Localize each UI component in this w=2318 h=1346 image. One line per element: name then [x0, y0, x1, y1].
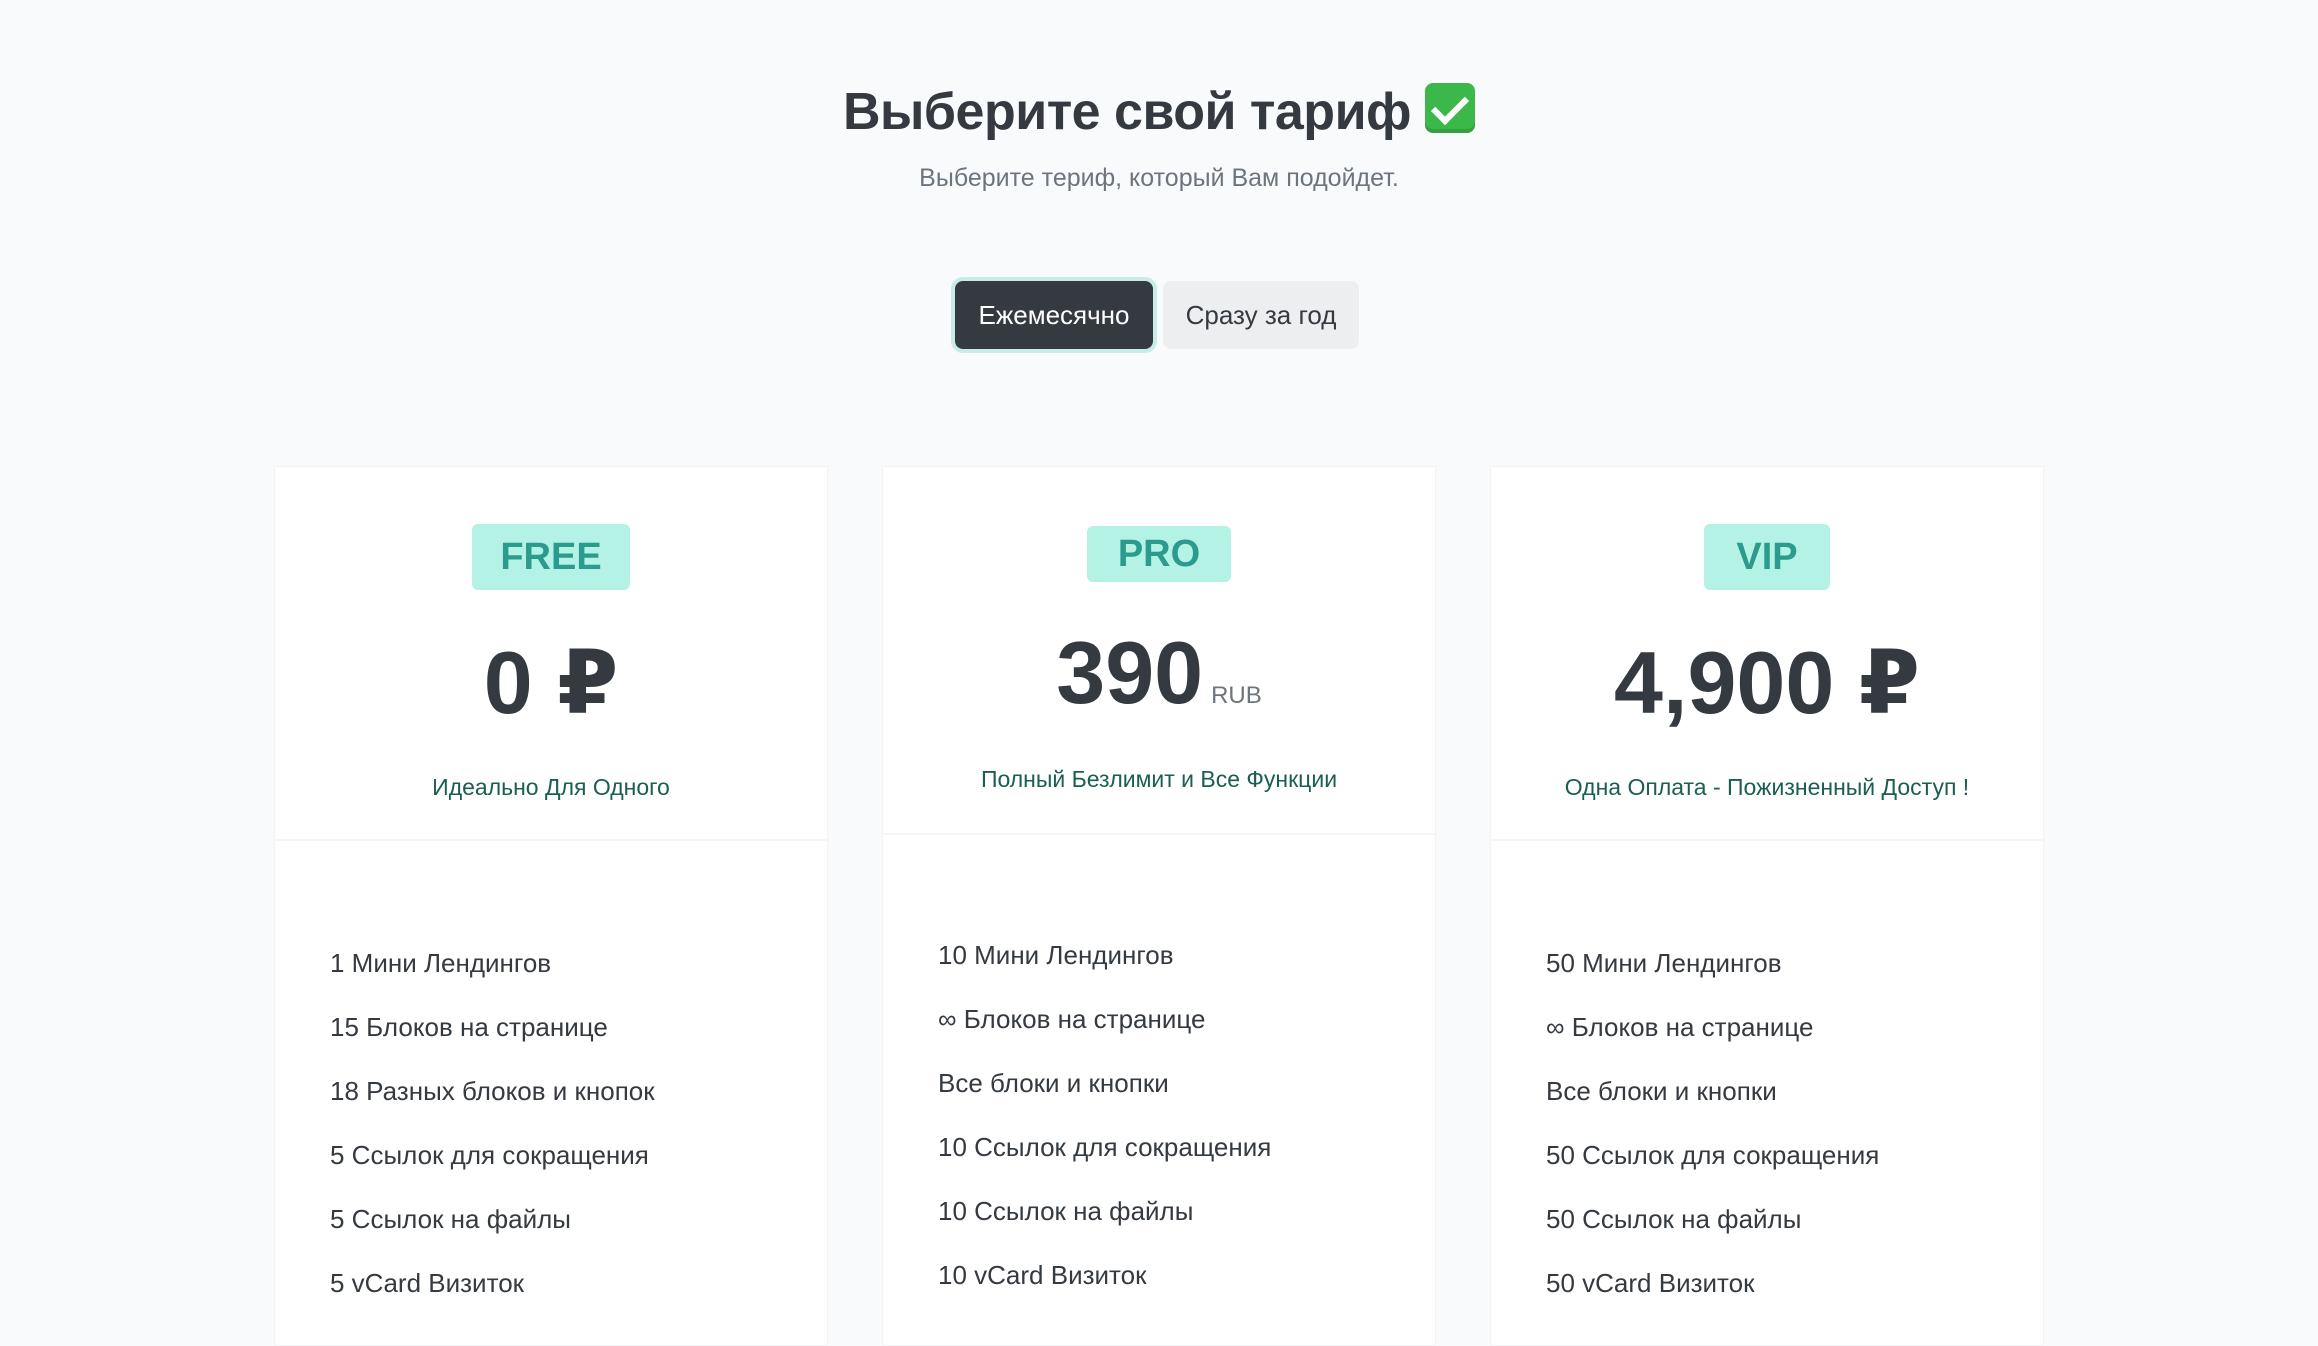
billing-period-toggle: Ежемесячно Сразу за год	[955, 281, 1359, 349]
feature-item: Все блоки и кнопки	[938, 1068, 1169, 1098]
plan-card-header: FREE 0 ₽ Идеально Для Одного	[275, 467, 827, 841]
plan-badge: PRO	[1087, 526, 1231, 582]
monthly-billing-button[interactable]: Ежемесячно	[955, 281, 1153, 349]
feature-item: 10 vCard Визиток	[938, 1260, 1147, 1290]
feature-item: 50 Мини Лендингов	[1546, 948, 1782, 978]
page-header: Выберите свой тариф Выберите териф, кото…	[0, 74, 2318, 194]
plan-badge: VIP	[1704, 524, 1830, 590]
feature-item: 50 Ссылок для сокращения	[1546, 1140, 1880, 1170]
feature-item: 5 Ссылок для сокращения	[330, 1140, 649, 1170]
feature-item: 10 Мини Лендингов	[938, 940, 1174, 970]
plan-price: 0 ₽	[483, 633, 619, 732]
plan-tagline: Одна Оплата - Пожизненный Доступ !	[1564, 774, 1970, 800]
feature-item: 50 vCard Визиток	[1546, 1268, 1755, 1298]
feature-item: 50 Ссылок на файлы	[1546, 1204, 1802, 1234]
plan-card-pro: PRO 390 RUB Полный Безлимит и Все Функции…	[882, 466, 1436, 1346]
feature-item: 10 Ссылок для сокращения	[938, 1132, 1272, 1162]
feature-item: 5 Ссылок на файлы	[330, 1204, 571, 1234]
page-title-text: Выберите свой тариф	[842, 83, 1412, 141]
page-title: Выберите свой тариф	[0, 74, 2318, 150]
plan-card-free: FREE 0 ₽ Идеально Для Одного 1 Мини Ленд…	[274, 466, 828, 1346]
feature-item: 15 Блоков на странице	[330, 1012, 608, 1042]
plan-price: 4,900 ₽	[1614, 633, 1920, 732]
plan-card-header: PRO 390 RUB Полный Безлимит и Все Функции	[883, 467, 1435, 835]
plan-badge: FREE	[472, 524, 630, 590]
plan-feature-list: 1 Мини Лендингов 15 Блоков на странице 1…	[330, 945, 655, 1329]
feature-item: ∞ Блоков на странице	[1546, 1012, 1814, 1042]
plan-feature-list: 50 Мини Лендингов ∞ Блоков на странице В…	[1546, 945, 1879, 1329]
plan-price-currency: RUB	[1211, 682, 1262, 709]
plan-card-vip: VIP 4,900 ₽ Одна Оплата - Пожизненный До…	[1490, 466, 2044, 1346]
page-subtitle: Выберите териф, который Вам подойдет.	[919, 164, 1399, 192]
feature-item: ∞ Блоков на странице	[938, 1004, 1206, 1034]
plan-tagline: Полный Безлимит и Все Функции	[980, 766, 1338, 792]
feature-item: 1 Мини Лендингов	[330, 948, 552, 978]
plan-card-header: VIP 4,900 ₽ Одна Оплата - Пожизненный До…	[1491, 467, 2043, 841]
plan-price-amount: 390	[1056, 623, 1204, 722]
feature-item: Все блоки и кнопки	[1546, 1076, 1777, 1106]
plan-price: 390 RUB	[883, 623, 1435, 746]
plan-tagline: Идеально Для Одного	[432, 774, 670, 800]
feature-item: 10 Ссылок на файлы	[938, 1196, 1194, 1226]
feature-item: 5 vCard Визиток	[330, 1268, 525, 1298]
check-mark-icon	[1425, 83, 1476, 133]
yearly-billing-button[interactable]: Сразу за год	[1163, 281, 1359, 349]
plan-feature-list: 10 Мини Лендингов ∞ Блоков на странице В…	[938, 937, 1271, 1321]
feature-item: 18 Разных блоков и кнопок	[330, 1076, 655, 1106]
